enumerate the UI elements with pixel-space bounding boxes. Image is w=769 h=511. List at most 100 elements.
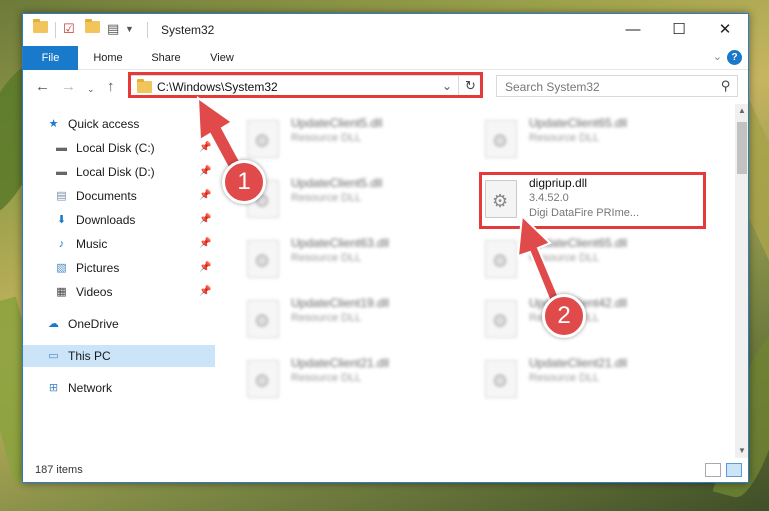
forward-button[interactable]: → [61,78,76,96]
help-button[interactable]: ? [727,50,742,65]
dll-file-icon [247,300,279,338]
tab-home[interactable]: Home [85,46,131,70]
file-type: Resource DLL [291,372,362,384]
search-icon[interactable]: ⚲ [721,78,731,94]
download-icon: ⬇ [56,214,67,226]
up-button[interactable]: ↑ [107,78,115,96]
sidebar-item-local-disk-c[interactable]: ▬ Local Disk (C:) 📌 [23,137,215,159]
large-icons-view-button[interactable] [726,463,742,477]
file-version: 3.4.52.0 [529,192,569,204]
minimize-button[interactable]: — [610,14,656,46]
folder-icon [137,79,152,96]
address-path[interactable]: C:\Windows\System32 [157,80,278,94]
dll-file-icon [247,240,279,278]
file-item[interactable]: UpdateClient21.dll Resource DLL [243,354,468,406]
vertical-scrollbar[interactable]: ▲ ▼ [735,104,748,458]
network-icon: ⊞ [48,382,59,394]
separator [147,22,148,38]
file-type: Resource DLL [291,312,362,324]
file-item[interactable]: UpdateClient65.dll Resource DLL [481,114,706,166]
sidebar-item-music[interactable]: ♪ Music 📌 [23,233,215,255]
details-view-button[interactable] [705,463,721,477]
properties-icon[interactable]: ☑ [63,21,75,39]
document-icon: ▤ [56,190,67,202]
file-item[interactable]: UpdateClient63.dll Resource DLL [243,234,468,286]
file-name: UpdateClient65.dll [529,116,628,130]
refresh-button[interactable]: ↻ [458,76,482,96]
pin-icon: 📌 [199,238,212,249]
folder-icon[interactable] [33,19,48,39]
pin-icon: 📌 [199,286,212,297]
search-input[interactable]: Search System32 ⚲ [496,75,738,97]
recent-locations-button[interactable]: ⌄ [87,80,95,98]
file-item[interactable]: UpdateClient5.dll Resource DLL [243,114,468,166]
sidebar-item-network[interactable]: ⊞ Network [23,377,215,399]
file-name: digpriup.dll [529,176,588,190]
chevron-down-icon[interactable]: ⌄ [442,79,452,93]
title-bar: ☑ ▤ ▼ System32 — ☐ ✕ [23,14,748,46]
file-name: UpdateClient19.dll [291,296,390,310]
window-title: System32 [161,23,215,37]
search-placeholder: Search System32 [505,80,600,94]
file-company: Digi DataFire PRIme... [529,207,640,219]
file-type: Resource DLL [291,192,362,204]
sidebar-item-downloads[interactable]: ⬇ Downloads 📌 [23,209,215,231]
scroll-thumb[interactable] [737,122,747,174]
sidebar-item-videos[interactable]: ▦ Videos 📌 [23,281,215,303]
separator [55,22,56,38]
file-type: Resource DLL [291,132,362,144]
new-folder-icon[interactable] [85,19,100,39]
back-button[interactable]: ← [35,78,50,96]
sidebar-item-this-pc[interactable]: ▭ This PC [23,345,215,367]
sidebar-item-pictures[interactable]: ▧ Pictures 📌 [23,257,215,279]
tab-view[interactable]: View [201,46,243,70]
address-bar[interactable]: C:\Windows\System32 ⌄ ↻ [130,75,483,97]
dll-file-icon [485,120,517,158]
cloud-icon: ☁ [48,318,59,330]
file-item-digpriup[interactable]: digpriup.dll 3.4.52.0 Digi DataFire PRIm… [481,174,706,226]
file-item[interactable]: UpdateClient21.dll Resource DLL [481,354,706,406]
sidebar-item-onedrive[interactable]: ☁ OneDrive [23,313,215,335]
sidebar-item-local-disk-d[interactable]: ▬ Local Disk (D:) 📌 [23,161,215,183]
customize-icon[interactable]: ▤ [107,21,119,39]
sidebar-item-documents[interactable]: ▤ Documents 📌 [23,185,215,207]
music-icon: ♪ [58,238,65,250]
drive-icon: ▬ [56,166,67,178]
step-1-badge: 1 [222,160,266,204]
file-item[interactable]: UpdateClient5.dll Resource DLL [243,174,468,226]
dll-file-icon [485,300,517,338]
file-type: Resource DLL [529,132,600,144]
file-name: UpdateClient21.dll [291,356,390,370]
drive-icon: ▬ [56,142,67,154]
file-item[interactable]: UpdateClient19.dll Resource DLL [243,294,468,346]
scroll-down-icon[interactable]: ▼ [735,444,748,458]
file-name: UpdateClient63.dll [291,236,390,250]
dll-file-icon [485,180,517,218]
file-name: UpdateClient5.dll [291,176,383,190]
step-2-badge: 2 [542,294,586,338]
dll-file-icon [247,120,279,158]
picture-icon: ▧ [56,262,67,274]
file-name: UpdateClient65.dll [529,236,628,250]
scroll-up-icon[interactable]: ▲ [735,104,748,118]
explorer-window: ☑ ▤ ▼ System32 — ☐ ✕ File Home Share Vie… [22,13,749,483]
close-button[interactable]: ✕ [702,14,748,46]
file-type: Resource DLL [291,252,362,264]
ribbon: File Home Share View ⌄ ? [23,46,748,98]
tab-share[interactable]: Share [143,46,189,70]
file-item[interactable]: UpdateClient42.dll Resource DLL [481,294,706,346]
star-icon: ★ [48,118,59,130]
pin-icon: 📌 [199,166,212,177]
file-name: UpdateClient21.dll [529,356,628,370]
chevron-down-icon[interactable]: ▼ [125,24,134,42]
file-item[interactable]: UpdateClient65.dll Resource DLL [481,234,706,286]
pin-icon: 📌 [199,262,212,273]
sidebar-item-quick-access[interactable]: ★ Quick access [23,113,215,135]
computer-icon: ▭ [48,350,59,362]
status-bar: 187 items [23,458,748,482]
pin-icon: 📌 [199,142,212,153]
maximize-button[interactable]: ☐ [656,14,702,46]
file-type: Resource DLL [529,372,600,384]
pin-icon: 📌 [199,214,212,225]
chevron-down-icon[interactable]: ⌄ [713,50,722,63]
